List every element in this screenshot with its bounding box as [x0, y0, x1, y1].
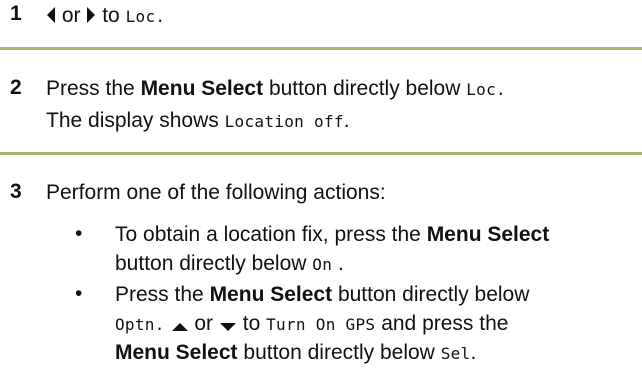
step-text-line: Press the Menu Select button directly be… [46, 74, 506, 104]
text-run: The display shows [46, 109, 219, 132]
separator [0, 47, 642, 50]
down-arrow-icon [219, 323, 236, 331]
step-text-line: The display shows Location off. [46, 106, 350, 136]
bullet-2-line-2: Optn. or to Turn On GPS and press the [115, 309, 508, 339]
step-intro: Perform one of the following actions: [46, 181, 386, 204]
left-arrow-icon [47, 7, 55, 23]
menu-select-label: Menu Select [115, 341, 238, 364]
step-number: 2 [10, 76, 22, 99]
text-run: button directly below [243, 341, 435, 364]
step-number: 1 [10, 2, 22, 25]
display-code-turn-on-gps: Turn On GPS [266, 315, 376, 334]
text-run: . [343, 109, 350, 132]
text-run: Press the [115, 283, 204, 306]
text-run: To obtain a location fix, press the [115, 223, 421, 246]
display-code-on: On [312, 255, 333, 274]
bullet-2-line-3: Menu Select button directly below Sel. [115, 338, 476, 368]
text-run: and press the [381, 312, 509, 335]
to-text: to [242, 312, 261, 335]
text-run: . [332, 252, 344, 275]
text-run: button directly below [115, 252, 307, 275]
right-arrow-icon [87, 7, 96, 23]
step-text: or to Loc. [46, 1, 165, 31]
up-arrow-icon [171, 323, 188, 331]
bullet-marker: • [75, 222, 83, 245]
bullet-1-line-1: To obtain a location fix, press the Menu… [115, 220, 549, 249]
display-code-loc: Loc. [466, 80, 506, 99]
to-text: to [102, 4, 120, 27]
text-run: button directly below [337, 283, 530, 306]
menu-select-label: Menu Select [426, 223, 550, 246]
text-run: Press the [46, 77, 135, 100]
or-text: or [194, 312, 214, 335]
display-code-optn: Optn. [115, 315, 165, 334]
display-code-loc: Loc. [125, 7, 166, 26]
or-text: or [61, 4, 81, 27]
menu-select-label: Menu Select [140, 77, 264, 100]
bullet-1-line-2: button directly below On . [115, 249, 344, 279]
separator [0, 152, 642, 155]
bullet-2-line-1: Press the Menu Select button directly be… [115, 280, 529, 309]
menu-select-label: Menu Select [209, 283, 333, 306]
text-run: . [470, 341, 477, 364]
step-number: 3 [10, 180, 22, 203]
bullet-marker: • [75, 282, 83, 305]
text-run: button directly below [268, 77, 461, 100]
display-code-location-off: Location off [224, 112, 344, 131]
display-code-sel: Sel [440, 344, 471, 363]
